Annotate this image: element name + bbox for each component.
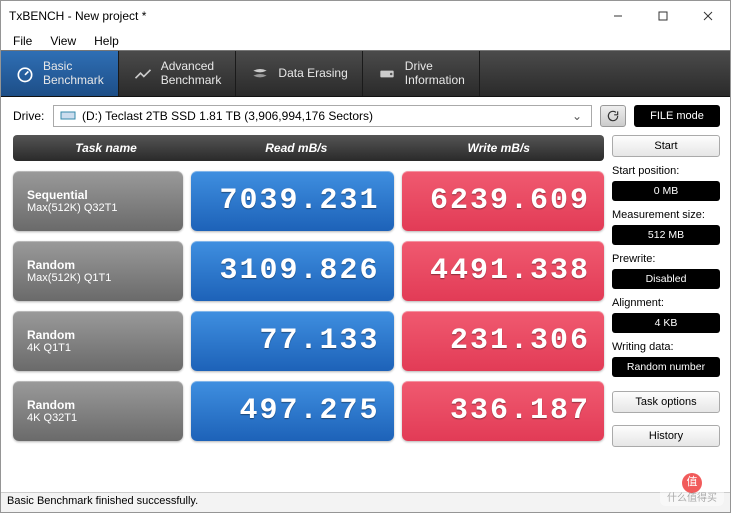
drive-icon <box>377 64 397 84</box>
close-button[interactable] <box>685 1 730 31</box>
drive-row: Drive: (D:) Teclast 2TB SSD 1.81 TB (3,9… <box>1 97 730 135</box>
table-row: SequentialMax(512K) Q32T1 7039.231 6239.… <box>13 171 604 231</box>
read-value: 77.133 <box>191 311 394 371</box>
erase-icon <box>250 64 270 84</box>
menu-help[interactable]: Help <box>86 32 127 50</box>
tab-basic-benchmark[interactable]: Basic Benchmark <box>1 51 119 96</box>
prewrite-value[interactable]: Disabled <box>612 269 720 289</box>
table-row: Random4K Q32T1 497.275 336.187 <box>13 381 604 441</box>
tab-label: Advanced Benchmark <box>161 60 222 88</box>
header-task: Task name <box>21 141 191 155</box>
maximize-button[interactable] <box>640 1 685 31</box>
write-value: 4491.338 <box>402 241 605 301</box>
header-read: Read mB/s <box>199 141 394 155</box>
toolbar: Basic Benchmark Advanced Benchmark Data … <box>1 50 730 97</box>
menu-file[interactable]: File <box>5 32 40 50</box>
task-cell[interactable]: Random4K Q32T1 <box>13 381 183 441</box>
window-title: TxBENCH - New project * <box>9 9 146 23</box>
read-value: 7039.231 <box>191 171 394 231</box>
minimize-button[interactable] <box>595 1 640 31</box>
gauge-icon <box>15 64 35 84</box>
tab-drive-information[interactable]: Drive Information <box>363 51 480 96</box>
prewrite-label: Prewrite: <box>612 253 720 265</box>
table-header: Task name Read mB/s Write mB/s <box>13 135 604 161</box>
drive-label: Drive: <box>13 109 45 123</box>
chart-icon <box>133 64 153 84</box>
alignment-label: Alignment: <box>612 297 720 309</box>
drive-icon <box>60 109 76 124</box>
benchmark-table: Task name Read mB/s Write mB/s Sequentia… <box>13 135 604 447</box>
menubar: File View Help <box>1 31 730 50</box>
history-button[interactable]: History <box>612 425 720 447</box>
start-position-label: Start position: <box>612 165 720 177</box>
write-value: 231.306 <box>402 311 605 371</box>
write-value: 336.187 <box>402 381 605 441</box>
writing-data-value[interactable]: Random number <box>612 357 720 377</box>
titlebar: TxBENCH - New project * <box>1 1 730 31</box>
tab-advanced-benchmark[interactable]: Advanced Benchmark <box>119 51 237 96</box>
write-value: 6239.609 <box>402 171 605 231</box>
reload-button[interactable] <box>600 105 626 127</box>
watermark: 值 什么值得买 <box>660 470 724 506</box>
tab-label: Basic Benchmark <box>43 60 104 88</box>
chevron-down-icon: ⌄ <box>569 109 585 123</box>
writing-data-label: Writing data: <box>612 341 720 353</box>
alignment-value[interactable]: 4 KB <box>612 313 720 333</box>
measurement-size-label: Measurement size: <box>612 209 720 221</box>
measurement-size-value[interactable]: 512 MB <box>612 225 720 245</box>
file-mode-button[interactable]: FILE mode <box>634 105 720 127</box>
start-position-value[interactable]: 0 MB <box>612 181 720 201</box>
drive-select[interactable]: (D:) Teclast 2TB SSD 1.81 TB (3,906,994,… <box>53 105 592 127</box>
tab-label: Drive Information <box>405 60 465 88</box>
side-panel: Start Start position: 0 MB Measurement s… <box>612 135 720 447</box>
tab-data-erasing[interactable]: Data Erasing <box>236 51 362 96</box>
read-value: 497.275 <box>191 381 394 441</box>
menu-view[interactable]: View <box>42 32 84 50</box>
start-button[interactable]: Start <box>612 135 720 157</box>
table-row: RandomMax(512K) Q1T1 3109.826 4491.338 <box>13 241 604 301</box>
task-cell[interactable]: SequentialMax(512K) Q32T1 <box>13 171 183 231</box>
drive-value: (D:) Teclast 2TB SSD 1.81 TB (3,906,994,… <box>82 109 563 123</box>
tab-label: Data Erasing <box>278 67 347 81</box>
task-options-button[interactable]: Task options <box>612 391 720 413</box>
read-value: 3109.826 <box>191 241 394 301</box>
table-row: Random4K Q1T1 77.133 231.306 <box>13 311 604 371</box>
task-cell[interactable]: Random4K Q1T1 <box>13 311 183 371</box>
header-write: Write mB/s <box>402 141 597 155</box>
task-cell[interactable]: RandomMax(512K) Q1T1 <box>13 241 183 301</box>
status-bar: Basic Benchmark finished successfully. <box>1 492 730 512</box>
